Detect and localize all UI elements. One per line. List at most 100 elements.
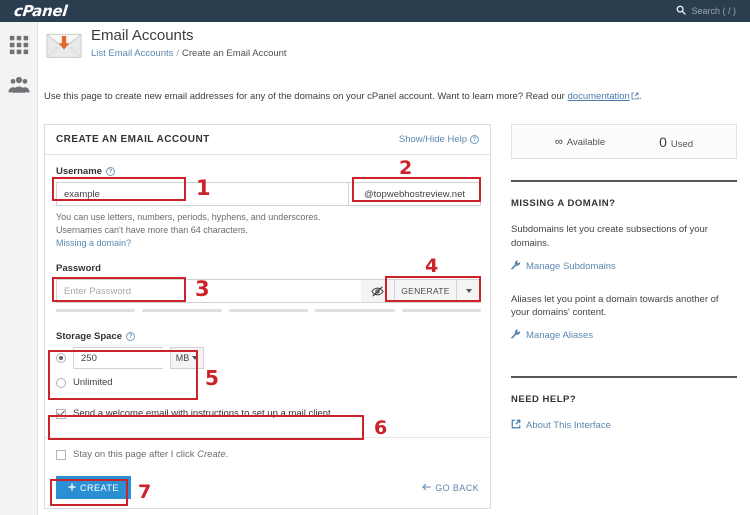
password-row: GENERATE [56, 279, 481, 304]
domain-suffix[interactable]: @topwebhostreview.net [348, 182, 481, 206]
password-label: Password [56, 263, 101, 275]
stay-on-page-checkbox[interactable] [56, 449, 66, 460]
storage-quota-row: MB [56, 347, 479, 370]
storage-help-icon[interactable]: ? [126, 332, 135, 342]
wrench-icon [511, 259, 521, 273]
strength-segment [315, 309, 395, 313]
top-search[interactable]: Search ( / ) [676, 5, 750, 17]
intro-text-after: . [638, 91, 642, 102]
go-back-label: GO BACK [435, 482, 479, 493]
stat-used: 0 Used [659, 134, 693, 150]
username-label-row: Username ? [56, 166, 479, 177]
search-input[interactable]: Search ( / ) [691, 6, 736, 16]
page-header: Email Accounts List Email Accounts / Creat… [46, 27, 287, 60]
welcome-email-label: Send a welcome email with instructions t… [73, 408, 334, 420]
strength-segment [142, 309, 222, 313]
card-header: CREATE AN EMAIL ACCOUNT Show/Hide Help ? [45, 125, 490, 155]
annotation-number-7: 7 [138, 481, 152, 503]
about-this-interface-link[interactable]: About This Interface [511, 419, 737, 432]
storage-unit-label: MB [175, 353, 190, 364]
generate-button[interactable]: GENERATE [395, 279, 457, 304]
manage-aliases-link[interactable]: Manage Aliases [511, 329, 737, 342]
card-body: Username ? @topwebhostreview.net You can… [45, 155, 490, 500]
stay-label-emphasis: Create [197, 449, 226, 461]
username-help-icon[interactable]: ? [105, 167, 115, 176]
stat-available: ∞ Available [555, 136, 605, 148]
username-hint-line-2: Usernames can't have more than 64 charac… [56, 225, 248, 236]
show-hide-help-label: Show/Hide Help [398, 134, 467, 145]
intro-text-before: Use this page to create new email addres… [44, 91, 568, 102]
go-back-link[interactable]: GO BACK [422, 483, 479, 493]
username-label: Username [56, 166, 102, 177]
wrench-icon [511, 329, 521, 342]
alias-description: Aliases let you point a domain towards a… [511, 293, 719, 319]
storage-quota-input[interactable] [73, 347, 163, 370]
annotation-number-6: 6 [374, 417, 388, 439]
strength-segment [56, 309, 136, 313]
username-hint-line-1: You can use letters, numbers, periods, h… [56, 212, 321, 222]
cpanel-logo[interactable]: cPanel [0, 2, 68, 20]
external-link-icon [511, 419, 521, 432]
breadcrumb-current: Create an Email Account [182, 47, 287, 59]
annotation-number-5: 5 [205, 366, 219, 390]
strength-segment [401, 309, 482, 313]
storage-unlimited-label: Unlimited [73, 377, 113, 389]
account-stats-box: ∞ Available 0 Used [511, 124, 737, 159]
manage-subdomains-link[interactable]: Manage Subdomains [511, 259, 737, 273]
strength-segment [228, 309, 309, 313]
stay-label-before: Stay on this page after I click [73, 449, 198, 461]
apps-grid-icon[interactable] [8, 34, 30, 56]
storage-unlimited-radio[interactable] [56, 377, 66, 388]
manage-subdomains-label: Manage Subdomains [526, 260, 616, 272]
left-icon-rail [0, 22, 38, 515]
annotation-number-3: 3 [195, 277, 210, 301]
available-value: ∞ [554, 135, 563, 148]
cpanel-email-accounts-page: cPanel Search ( / ) Email Accounts List … [0, 0, 750, 515]
card-footer: CREATE GO BACK [56, 476, 479, 500]
stay-label-after: . [225, 449, 229, 461]
password-strength-meter [56, 309, 482, 313]
card-title: CREATE AN EMAIL ACCOUNT [56, 134, 210, 145]
welcome-email-checkbox-row[interactable]: Send a welcome email with instructions t… [56, 408, 479, 419]
breadcrumb: List Email Accounts / Create an Email Acco… [91, 48, 287, 59]
eye-slash-icon[interactable] [361, 279, 395, 304]
page-title: Email Accounts [91, 27, 194, 44]
stay-on-page-checkbox-row[interactable]: Stay on this page after I click Create. [56, 449, 479, 460]
right-sidebar: ∞ Available 0 Used MISSING A DOMAIN? Sub… [511, 124, 737, 432]
subdomain-description: Subdomains let you create subsections of… [511, 224, 708, 249]
username-row: @topwebhostreview.net [56, 182, 481, 206]
stay-on-page-label: Stay on this page after I click Create. [73, 449, 228, 460]
missing-domain-heading: MISSING A DOMAIN? [511, 198, 616, 209]
show-hide-help-toggle[interactable]: Show/Hide Help ? [399, 134, 479, 145]
help-question-icon: ? [470, 135, 479, 144]
used-label: Used [670, 138, 694, 150]
page-intro-text: Use this page to create new email addres… [44, 91, 744, 103]
top-navigation-bar: cPanel Search ( / ) [0, 0, 750, 22]
password-label-row: Password [56, 263, 479, 274]
about-this-interface-label: About This Interface [526, 420, 611, 432]
storage-unlimited-row: Unlimited [56, 377, 479, 388]
create-button-label: CREATE [80, 482, 119, 493]
generate-dropdown-toggle[interactable] [457, 279, 481, 304]
storage-unit-select[interactable]: MB [170, 347, 204, 370]
storage-label: Storage Space [56, 331, 122, 343]
plus-icon [68, 482, 76, 493]
storage-quota-radio[interactable] [56, 353, 66, 364]
breadcrumb-parent-link[interactable]: List Email Accounts [91, 48, 173, 59]
used-value: 0 [659, 133, 667, 150]
missing-domain-link[interactable]: Missing a domain? [56, 238, 131, 248]
create-button[interactable]: CREATE [56, 476, 131, 500]
available-label: Available [566, 136, 606, 148]
storage-label-row: Storage Space ? [56, 331, 479, 342]
search-icon [676, 5, 687, 17]
sidebar-divider-bottom [511, 376, 737, 379]
welcome-email-checkbox[interactable] [56, 408, 66, 419]
sidebar-divider-top [511, 180, 737, 182]
documentation-link[interactable]: documentation [568, 91, 630, 102]
annotation-number-2: 2 [399, 157, 413, 179]
users-icon[interactable] [7, 74, 30, 96]
chevron-down-icon [465, 289, 472, 294]
annotation-number-4: 4 [425, 255, 439, 277]
card-divider [45, 437, 490, 439]
username-hint: You can use letters, numbers, periods, h… [56, 211, 479, 250]
